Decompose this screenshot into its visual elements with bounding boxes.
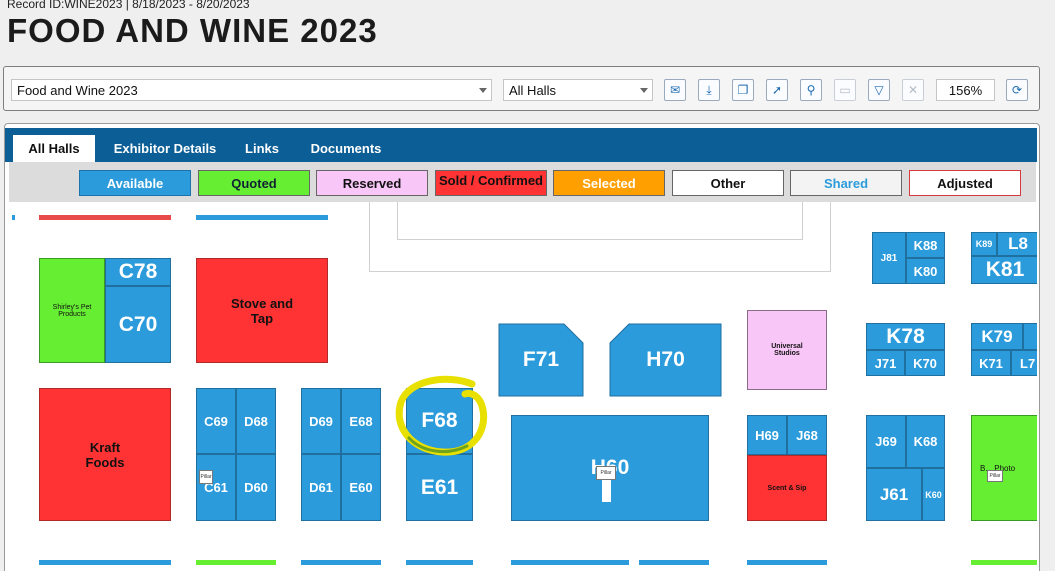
booth-j71[interactable]: J71: [866, 350, 905, 376]
yellow-highlight-circle: [395, 375, 488, 456]
booth-j81[interactable]: J81: [872, 232, 906, 284]
download-icon[interactable]: ⤓: [698, 79, 720, 101]
booth-j61[interactable]: J61: [866, 468, 922, 521]
booth-j68[interactable]: J68: [787, 415, 827, 455]
booth-k79-adjacent[interactable]: [1023, 323, 1037, 350]
pillar-marker: Pillar: [987, 470, 1003, 482]
booth-c61[interactable]: C61: [196, 454, 236, 521]
copy-icon[interactable]: ❐: [732, 79, 754, 101]
legend-adjusted: Adjusted: [909, 170, 1021, 196]
booth-j69[interactable]: J69: [866, 415, 906, 468]
booth-k89[interactable]: K89: [971, 232, 997, 256]
booth-d61[interactable]: D61: [301, 454, 341, 521]
status-legend: Available Quoted Reserved Sold / Confirm…: [9, 162, 1036, 202]
booth-edge: [511, 560, 629, 565]
booth-edge: [406, 560, 473, 565]
booth-l7[interactable]: L7: [1011, 350, 1037, 376]
booth-manager-page: Record ID:WINE2023 | 8/18/2023 - 8/20/20…: [0, 0, 1055, 571]
tab-all-halls[interactable]: All Halls: [13, 135, 95, 162]
booth-universal-studios[interactable]: Universal Studios: [747, 310, 827, 390]
booth-k88[interactable]: K88: [906, 232, 945, 258]
move-icon[interactable]: ➚: [766, 79, 788, 101]
booth-scent-and-sip[interactable]: Scent & Sip: [747, 455, 827, 521]
booth-k80[interactable]: K80: [906, 258, 945, 284]
booth-d60[interactable]: D60: [236, 454, 276, 521]
booth-c69[interactable]: C69: [196, 388, 236, 454]
floorplan-panel: All Halls Exhibitor Details Links Docume…: [4, 123, 1040, 571]
mail-icon[interactable]: ✉: [664, 79, 686, 101]
booth-edge: [747, 560, 827, 565]
split-icon[interactable]: ⚲: [800, 79, 822, 101]
booth-shirleys[interactable]: Shirley's Pet Products: [39, 258, 105, 363]
booth-edge: [971, 560, 1037, 565]
booth-edge: [301, 560, 381, 565]
booth-e60[interactable]: E60: [341, 454, 381, 521]
legend-reserved: Reserved: [316, 170, 428, 196]
booth-photo[interactable]: B... Photo: [971, 415, 1037, 521]
booth-k60[interactable]: K60: [922, 468, 945, 521]
hall-outline: [397, 202, 803, 240]
booth-c78[interactable]: C78: [105, 258, 171, 286]
tab-exhibitor-details[interactable]: Exhibitor Details: [103, 135, 227, 162]
event-select[interactable]: Food and Wine 2023: [11, 79, 492, 101]
legend-selected: Selected: [553, 170, 665, 196]
booth-k79[interactable]: K79: [971, 323, 1023, 350]
tab-links[interactable]: Links: [237, 135, 287, 162]
booth-f71[interactable]: F71: [498, 323, 584, 397]
booth-stove-and-tap[interactable]: Stove and Tap: [196, 258, 328, 363]
pillar-marker: Pillar: [199, 470, 213, 484]
page-title: FOOD AND WINE 2023: [7, 12, 378, 49]
booth-edge: [12, 215, 15, 220]
booth-k68[interactable]: K68: [906, 415, 945, 468]
legend-sold-confirmed: Sold / Confirmed: [435, 170, 547, 196]
toolbar: Food and Wine 2023 All Halls ✉ ⤓ ❐ ➚ ⚲ ▭…: [3, 66, 1040, 111]
booth-d69[interactable]: D69: [301, 388, 341, 454]
floorplan-map: Shirley's Pet Products C78 C70 Stove and…: [9, 202, 1037, 571]
legend-other: Other: [672, 170, 784, 196]
booth-d68[interactable]: D68: [236, 388, 276, 454]
booth-edge: [39, 215, 171, 220]
zoom-level[interactable]: 156%: [936, 79, 995, 101]
legend-shared: Shared: [790, 170, 902, 196]
booth-edge: [39, 560, 171, 565]
booth-edge: [196, 560, 276, 565]
tab-bar: All Halls Exhibitor Details Links Docume…: [5, 128, 1037, 162]
chevron-down-icon: [479, 88, 487, 93]
booth-h69[interactable]: H69: [747, 415, 787, 455]
booth-kraft-foods[interactable]: Kraft Foods: [39, 388, 171, 521]
hall-select-value: All Halls: [509, 83, 556, 98]
booth-edge: [196, 215, 328, 220]
record-info: Record ID:WINE2023 | 8/18/2023 - 8/20/20…: [7, 0, 250, 11]
event-select-value: Food and Wine 2023: [17, 83, 138, 98]
clear-icon[interactable]: ✕: [902, 79, 924, 101]
booth-e68[interactable]: E68: [341, 388, 381, 454]
legend-available: Available: [79, 170, 191, 196]
booth-c70[interactable]: C70: [105, 286, 171, 363]
merge-icon[interactable]: ▭: [834, 79, 856, 101]
booth-k71[interactable]: K71: [971, 350, 1011, 376]
tab-documents[interactable]: Documents: [301, 135, 391, 162]
booth-h70[interactable]: H70: [609, 323, 722, 397]
booth-l8[interactable]: L8: [997, 232, 1037, 256]
booth-edge: [639, 560, 709, 565]
booth-e61[interactable]: E61: [406, 454, 473, 521]
chevron-down-icon: [640, 88, 648, 93]
booth-k70[interactable]: K70: [905, 350, 945, 376]
pillar-base: [602, 480, 611, 502]
legend-quoted: Quoted: [198, 170, 310, 196]
pillar-marker: Pillar: [596, 466, 616, 480]
hall-select[interactable]: All Halls: [503, 79, 653, 101]
refresh-icon[interactable]: ⟳: [1006, 79, 1028, 101]
booth-k78[interactable]: K78: [866, 323, 945, 350]
filter-icon[interactable]: ▽: [868, 79, 890, 101]
booth-k81[interactable]: K81: [971, 256, 1037, 284]
